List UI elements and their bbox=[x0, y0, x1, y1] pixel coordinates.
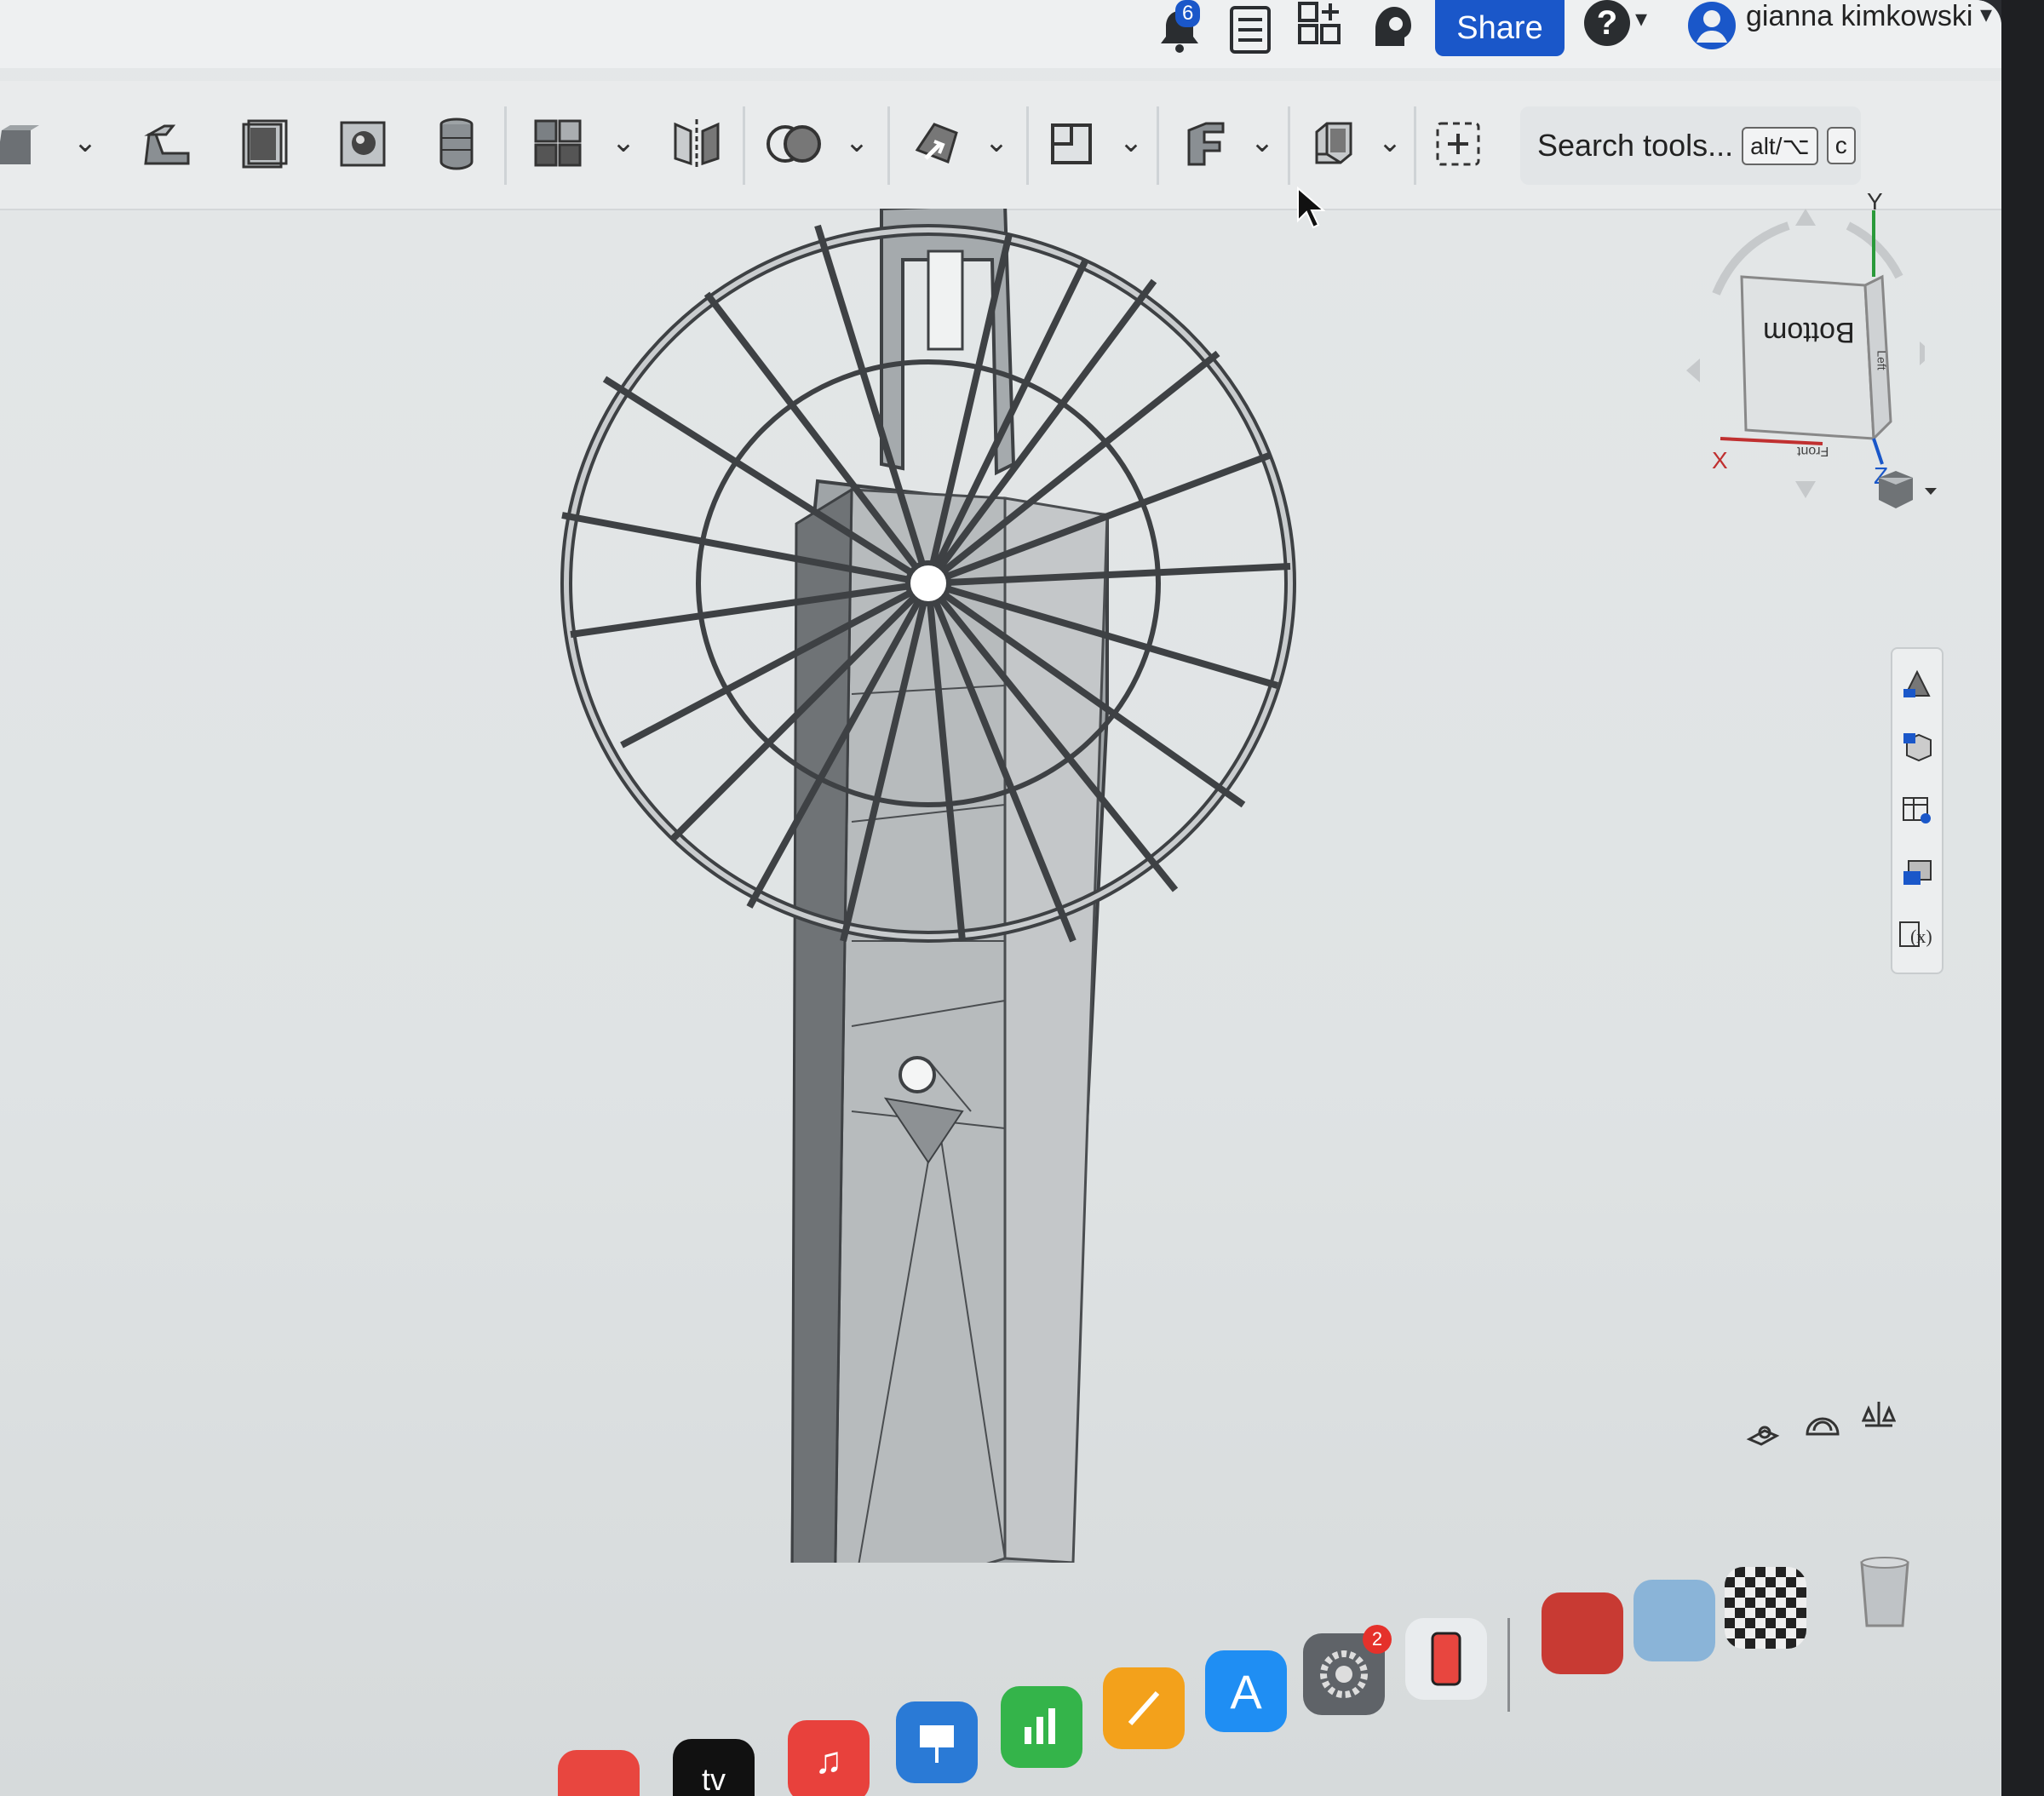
shortcut-key: c bbox=[1826, 127, 1856, 164]
extrude-dropdown-chevron-down-icon[interactable]: ⌄ bbox=[68, 125, 102, 159]
help-symbol: ? bbox=[1596, 4, 1618, 42]
cylinder-icon[interactable] bbox=[426, 113, 487, 175]
mouse-pointer-icon bbox=[1296, 186, 1326, 233]
learning-center-icon[interactable] bbox=[1367, 0, 1418, 51]
macos-dock: tv ♫ A 2 bbox=[511, 1490, 1959, 1796]
top-bar: 6 Share ? ▾ gianna kimkowski ▾ bbox=[0, 0, 2001, 68]
measure-icon[interactable] bbox=[1804, 1405, 1841, 1439]
frame-icon[interactable] bbox=[1303, 113, 1364, 175]
custom-table-icon[interactable] bbox=[1898, 853, 1937, 892]
pattern-icon[interactable] bbox=[528, 113, 589, 175]
right-panel: (x) bbox=[1891, 647, 1944, 974]
shell-icon[interactable] bbox=[234, 113, 296, 175]
boolean-dropdown-chevron-down-icon[interactable]: ⌄ bbox=[840, 125, 874, 159]
sheet-metal-icon[interactable] bbox=[1175, 113, 1237, 175]
add-feature-icon[interactable] bbox=[1427, 113, 1489, 175]
help-icon[interactable]: ? bbox=[1584, 0, 1630, 46]
apple-tv-app-icon[interactable]: tv bbox=[673, 1739, 755, 1796]
model-fork bbox=[880, 202, 1016, 476]
view-cube-face-label[interactable]: Bottom bbox=[1763, 315, 1855, 348]
tasks-icon[interactable] bbox=[1226, 4, 1274, 55]
notification-count-badge: 6 bbox=[1175, 0, 1201, 27]
plane-dropdown-chevron-down-icon[interactable]: ⌄ bbox=[1114, 125, 1148, 159]
share-button[interactable]: Share bbox=[1435, 0, 1565, 56]
toolbar-separator bbox=[504, 106, 507, 185]
transform-icon[interactable] bbox=[906, 113, 967, 175]
search-tools-input[interactable]: Search tools... alt/⌥ c bbox=[1520, 106, 1861, 185]
iphone-mirroring-app-icon[interactable] bbox=[1405, 1618, 1487, 1700]
trash-icon[interactable] bbox=[1844, 1550, 1926, 1632]
dock-separator bbox=[1507, 1618, 1510, 1712]
music-app-icon[interactable]: ♫ bbox=[788, 1720, 870, 1796]
app-screen: 6 Share ? ▾ gianna kimkowski ▾ ⌄ ⌄ ⌄ ⌄ ⌄… bbox=[0, 0, 2001, 1796]
keynote-app-icon[interactable] bbox=[896, 1701, 978, 1783]
appearance-icon[interactable] bbox=[1898, 664, 1937, 703]
numbers-app-icon[interactable] bbox=[1001, 1686, 1082, 1768]
sweep-icon[interactable] bbox=[136, 113, 198, 175]
axis-y-label: Y bbox=[1867, 188, 1883, 215]
graphics-viewport[interactable]: Bottom Left Front X Y Z bbox=[0, 186, 2001, 1612]
toolbar-separator bbox=[1414, 106, 1416, 185]
transform-dropdown-chevron-down-icon[interactable]: ⌄ bbox=[979, 125, 1013, 159]
frame-dropdown-chevron-down-icon[interactable]: ⌄ bbox=[1373, 125, 1407, 159]
avatar[interactable] bbox=[1686, 0, 1737, 51]
toolbar-separator bbox=[743, 106, 745, 185]
variables-icon[interactable]: (x) bbox=[1898, 916, 1937, 955]
laptop-bezel bbox=[2001, 0, 2044, 1796]
axis-x-label: X bbox=[1712, 447, 1728, 473]
toolbar-separator bbox=[1157, 106, 1159, 185]
photo-booth-app-icon[interactable] bbox=[1542, 1592, 1623, 1674]
preview-app-icon[interactable] bbox=[1633, 1580, 1715, 1661]
user-menu-chevron-down-icon[interactable]: ▾ bbox=[1980, 0, 1992, 28]
sheet-metal-dropdown-chevron-down-icon[interactable]: ⌄ bbox=[1245, 125, 1279, 159]
svg-text:(x): (x) bbox=[1910, 926, 1932, 947]
view-cube-side-label[interactable]: Left bbox=[1875, 350, 1889, 370]
toolbar-separator bbox=[887, 106, 890, 185]
boolean-icon[interactable] bbox=[764, 113, 825, 175]
search-tools-placeholder: Search tools... bbox=[1537, 128, 1734, 163]
shortcut-modifier-key: alt/⌥ bbox=[1742, 126, 1818, 165]
view-cube-front-label[interactable]: Front bbox=[1797, 443, 1829, 458]
view-options-cube-icon[interactable] bbox=[1874, 464, 1942, 515]
mirror-icon[interactable] bbox=[666, 113, 727, 175]
mass-properties-icon[interactable] bbox=[1861, 1397, 1897, 1431]
section-view-icon[interactable] bbox=[1746, 1414, 1780, 1448]
news-app-icon[interactable] bbox=[558, 1750, 640, 1796]
extrude-icon[interactable] bbox=[0, 113, 53, 175]
variable-table-icon[interactable] bbox=[1898, 790, 1937, 829]
user-name[interactable]: gianna kimkowski bbox=[1746, 0, 1972, 33]
pattern-dropdown-chevron-down-icon[interactable]: ⌄ bbox=[606, 125, 640, 159]
help-menu-chevron-down-icon[interactable]: ▾ bbox=[1635, 4, 1647, 32]
toolbar-separator bbox=[1288, 106, 1290, 185]
configurations-icon[interactable] bbox=[1898, 727, 1937, 766]
pages-app-icon[interactable] bbox=[1103, 1667, 1185, 1749]
plane-icon[interactable] bbox=[1041, 113, 1102, 175]
app-store-grid-icon[interactable] bbox=[1295, 0, 1346, 51]
hole-icon[interactable] bbox=[332, 113, 393, 175]
apple-tv-label: tv bbox=[701, 1762, 726, 1796]
chess-app-icon[interactable] bbox=[1725, 1567, 1806, 1649]
app-store-icon[interactable]: A bbox=[1205, 1650, 1287, 1732]
settings-notification-badge: 2 bbox=[1363, 1625, 1392, 1654]
view-cube[interactable]: Bottom Left Front X Y Z bbox=[1669, 188, 1933, 498]
toolbar-separator bbox=[1026, 106, 1029, 185]
